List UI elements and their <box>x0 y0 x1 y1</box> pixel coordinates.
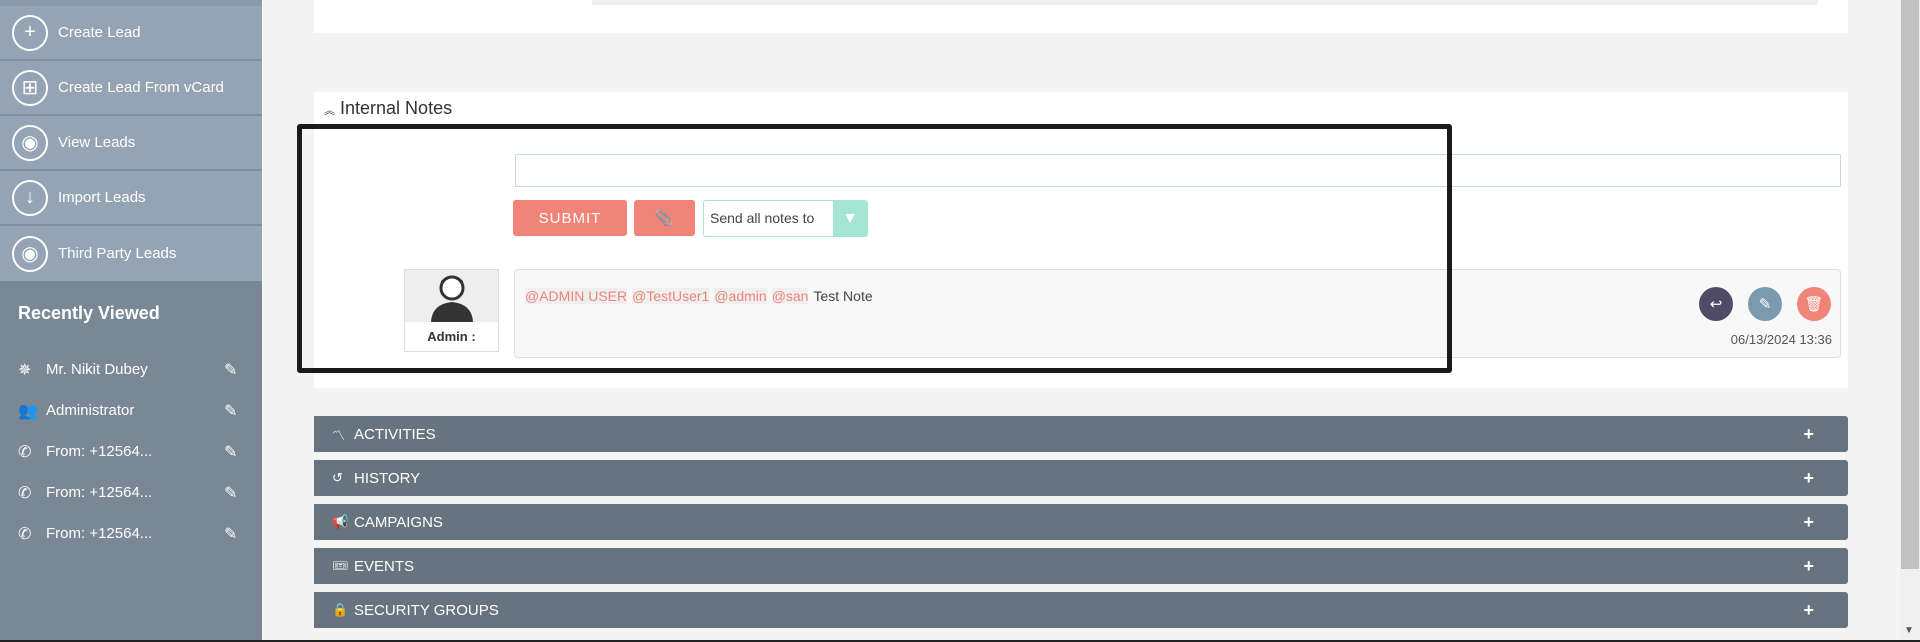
lead-icon: ✵ <box>18 361 32 379</box>
recent-item-label: From: +12564... <box>46 443 153 460</box>
sidebar-item-third-party-leads[interactable]: ◉ Third Party Leads <box>0 226 262 281</box>
recent-item[interactable]: ✆ From: +12564... ✎ <box>0 431 262 472</box>
note-input[interactable] <box>515 154 1841 187</box>
plus-icon[interactable]: + <box>1803 600 1814 621</box>
plus-icon[interactable]: + <box>1803 512 1814 533</box>
avatar: Admin : <box>404 269 499 352</box>
section-events[interactable]: 🎟 EVENTS + <box>314 548 1848 584</box>
note-body: Test Note <box>813 288 873 304</box>
recent-item-label: From: +12564... <box>46 484 153 501</box>
sidebar-item-label: Create Lead From vCard <box>58 79 224 96</box>
section-label: SECURITY GROUPS <box>354 601 499 619</box>
section-security-groups[interactable]: 🔒 SECURITY GROUPS + <box>314 592 1848 628</box>
section-history[interactable]: ↺ HISTORY + <box>314 460 1848 496</box>
recent-item-label: From: +12564... <box>46 525 153 542</box>
megaphone-icon: 📢 <box>332 514 349 529</box>
edit-icon: ✎ <box>1758 296 1772 313</box>
paperclip-icon: 📎 <box>654 210 675 227</box>
edit-button[interactable]: ✎ <box>1748 287 1782 321</box>
recent-item[interactable]: ✵ Mr. Nikit Dubey ✎ <box>0 349 262 390</box>
top-panel <box>314 0 1848 33</box>
scrollbar-thumb[interactable] <box>1901 0 1919 569</box>
mention[interactable]: @TestUser1 <box>632 288 710 304</box>
recent-item[interactable]: ✆ From: +12564... ✎ <box>0 472 262 513</box>
history-icon: ↺ <box>332 470 343 485</box>
pencil-icon[interactable]: ✎ <box>224 442 237 462</box>
vcard-icon: ⊞ <box>12 69 48 106</box>
phone-icon: ✆ <box>18 443 32 461</box>
sidebar-item-label: Import Leads <box>58 189 146 206</box>
section-label: CAMPAIGNS <box>354 513 443 531</box>
note-text: @ADMIN USER @TestUser1 @admin @san Test Note <box>525 288 873 304</box>
plus-icon[interactable]: + <box>1803 468 1814 489</box>
eye-icon: ◉ <box>12 235 48 272</box>
sidebar-item-view-leads[interactable]: ◉ View Leads <box>0 116 262 171</box>
ticket-icon: 🎟 <box>332 558 349 573</box>
send-notes-select[interactable]: Send all notes to ▼ <box>703 200 868 237</box>
eye-icon: ◉ <box>12 124 48 161</box>
recent-item[interactable]: 👥 Administrator ✎ <box>0 390 262 431</box>
scrollbar[interactable]: ▼ <box>1900 0 1920 642</box>
sidebar-item-label: Third Party Leads <box>58 245 177 262</box>
pencil-icon[interactable]: ✎ <box>224 360 237 380</box>
pencil-icon[interactable]: ✎ <box>224 483 237 503</box>
reply-icon: ↩ <box>1709 296 1723 313</box>
section-label: HISTORY <box>354 469 421 487</box>
sidebar-item-label: View Leads <box>58 134 136 151</box>
chevron-up-icon: ︽ <box>324 105 335 117</box>
note-date: 06/13/2024 13:36 <box>1730 332 1832 347</box>
top-panel-field <box>592 0 1818 5</box>
sidebar-item-import-leads[interactable]: ↓ Import Leads <box>0 171 262 226</box>
delete-button[interactable]: 🗑 <box>1797 287 1831 321</box>
users-icon: 👥 <box>18 402 38 420</box>
section-label: ACTIVITIES <box>354 425 436 443</box>
plus-circle-icon: + <box>12 14 48 51</box>
download-icon: ↓ <box>12 179 48 216</box>
section-campaigns[interactable]: 📢 CAMPAIGNS + <box>314 504 1848 540</box>
submit-button[interactable]: SUBMIT <box>513 200 627 236</box>
mention[interactable]: @san <box>771 288 809 304</box>
phone-icon: ✆ <box>18 484 32 502</box>
note-author: Admin : <box>427 329 476 344</box>
recent-item-label: Mr. Nikit Dubey <box>46 361 148 378</box>
caret-down-icon: ▼ <box>833 201 867 236</box>
attach-button[interactable]: 📎 <box>634 200 695 236</box>
recent-item-label: Administrator <box>46 402 135 419</box>
internal-notes-header[interactable]: ︽ Internal Notes <box>324 98 452 119</box>
sidebar-item-create-lead[interactable]: + Create Lead <box>0 6 262 61</box>
plus-icon[interactable]: + <box>1803 424 1814 445</box>
phone-icon: ✆ <box>18 525 32 543</box>
activity-icon: 〽 <box>332 427 346 443</box>
sidebar: + Create Lead ⊞ Create Lead From vCard ◉ Vi… <box>0 0 262 642</box>
section-activities[interactable]: 〽 ACTIVITIES + <box>314 416 1848 452</box>
sidebar-item-create-lead-vcard[interactable]: ⊞ Create Lead From vCard <box>0 61 262 116</box>
section-label: EVENTS <box>354 557 415 575</box>
recent-item[interactable]: ✆ From: +12564... ✎ <box>0 513 262 554</box>
sidebar-item-label: Create Lead <box>58 24 141 41</box>
lock-icon: 🔒 <box>332 602 349 617</box>
trash-icon: 🗑 <box>1804 296 1824 313</box>
pencil-icon[interactable]: ✎ <box>224 524 237 544</box>
select-value: Send all notes to <box>710 210 815 226</box>
user-avatar-icon <box>405 270 498 322</box>
internal-notes-title: Internal Notes <box>340 98 453 118</box>
mention[interactable]: @admin <box>714 288 767 304</box>
sidebar-actions: + Create Lead ⊞ Create Lead From vCard ◉ Vi… <box>0 0 262 281</box>
scroll-down-icon[interactable]: ▼ <box>1904 625 1914 636</box>
plus-icon[interactable]: + <box>1803 556 1814 577</box>
pencil-icon[interactable]: ✎ <box>224 401 237 421</box>
reply-button[interactable]: ↩ <box>1699 287 1733 321</box>
mention[interactable]: @ADMIN USER <box>525 288 628 304</box>
note-item: @ADMIN USER @TestUser1 @admin @san Test Note… <box>514 269 1841 358</box>
recently-viewed-title: Recently Viewed <box>18 303 160 323</box>
